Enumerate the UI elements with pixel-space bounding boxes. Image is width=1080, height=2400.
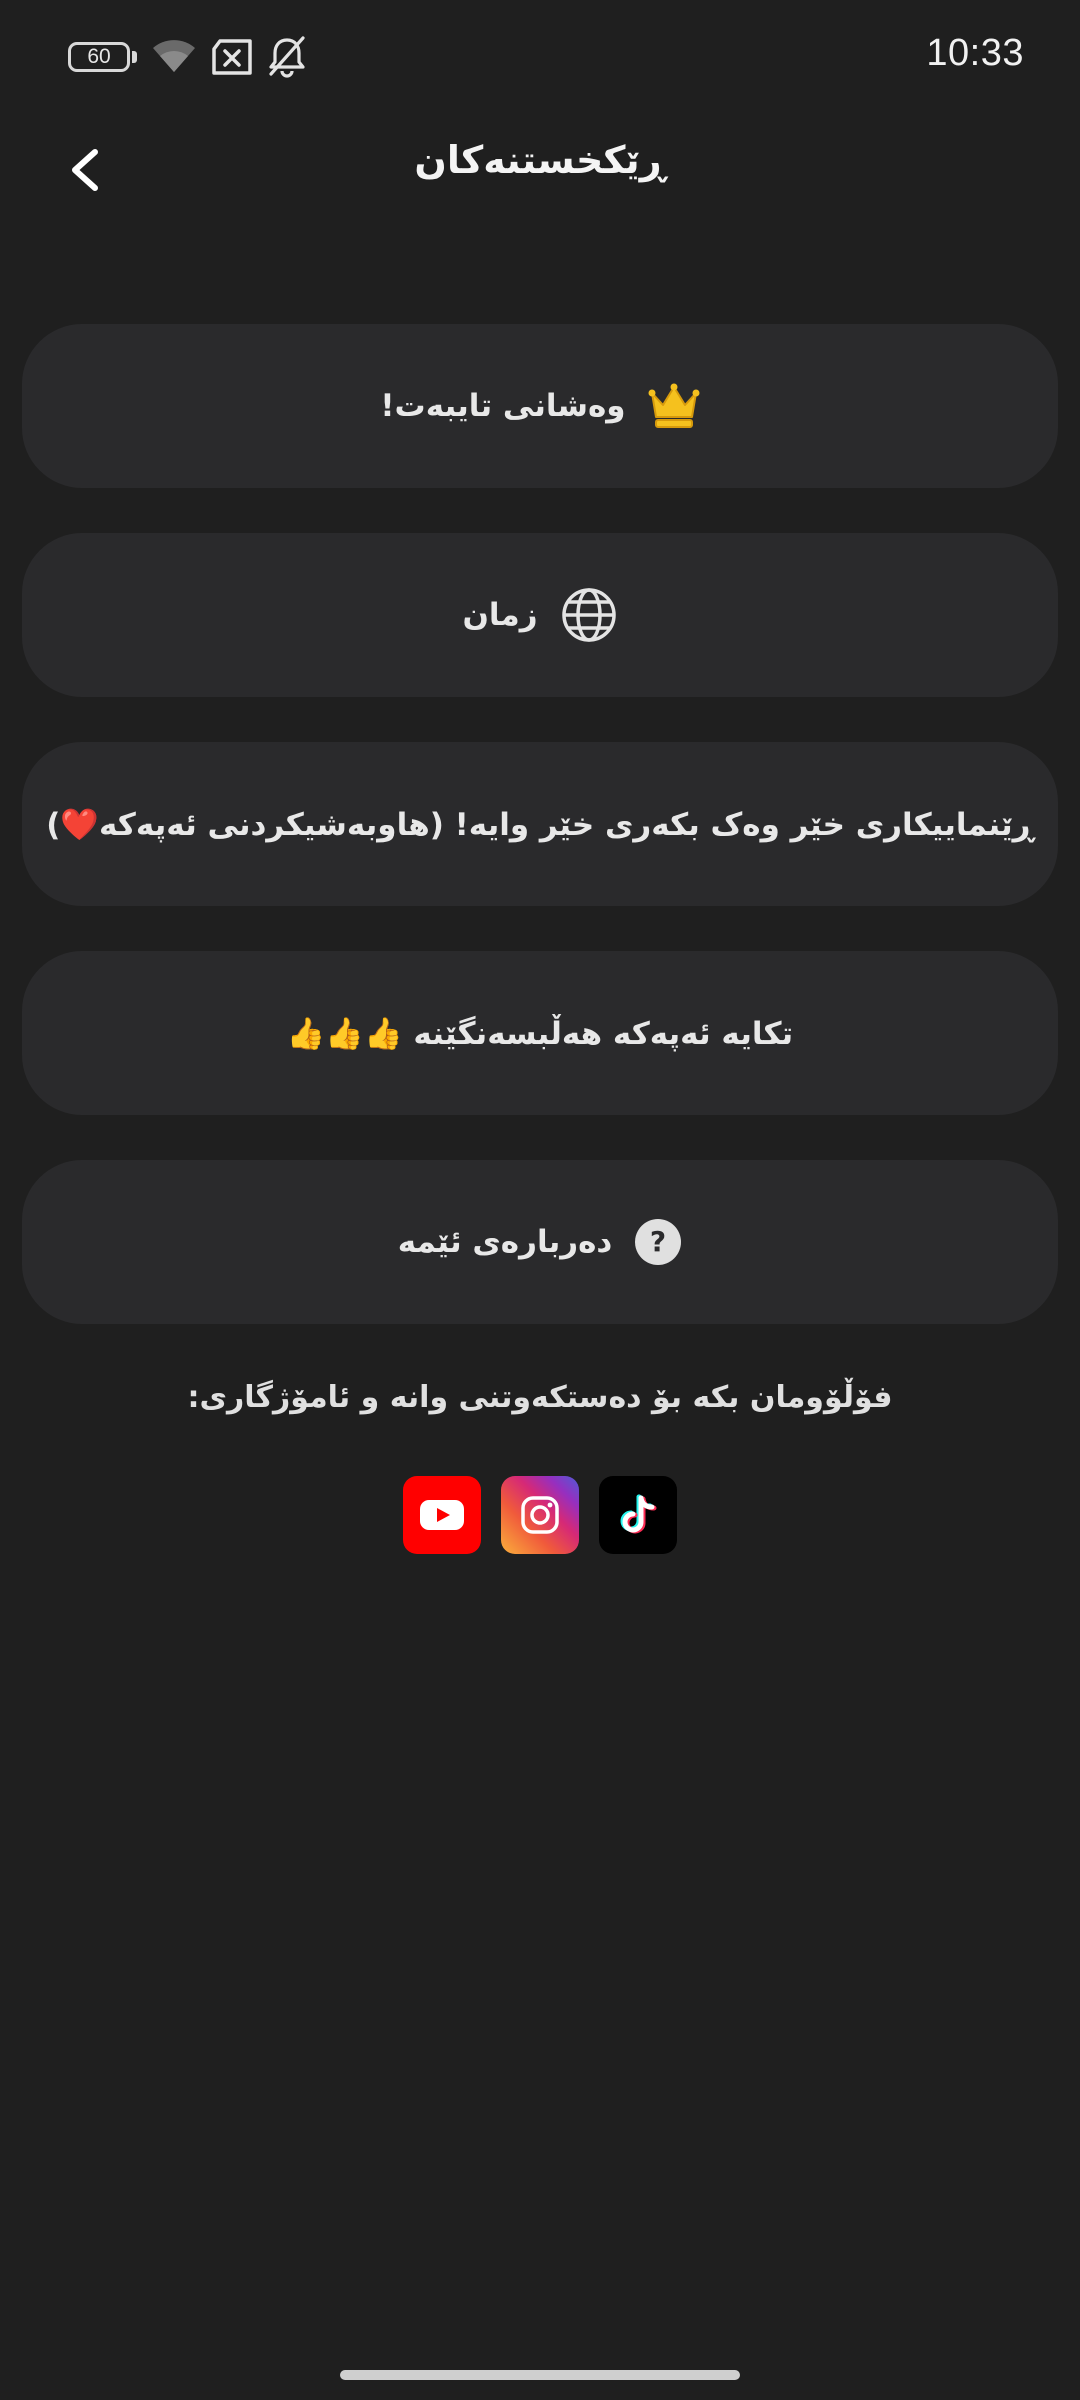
youtube-button[interactable]: [403, 1476, 481, 1554]
rate-app-label: تکایە ئەپەکە هەڵبسەنگێنە 👍👍👍: [286, 1015, 794, 1052]
premium-version-label: وەشانی تایبەت!: [380, 388, 626, 424]
share-app-item[interactable]: ڕێنماییکاری خێر وەک بکەری خێر وایە! (هاو…: [22, 742, 1058, 906]
clock: 10:33: [926, 32, 1024, 74]
premium-version-item[interactable]: وەشانی تایبەت!: [22, 324, 1058, 488]
share-app-label: ڕێنماییکاری خێر وەک بکەری خێر وایە! (هاو…: [46, 806, 1034, 843]
instagram-icon: [521, 1496, 559, 1534]
instagram-button[interactable]: [501, 1476, 579, 1554]
tiktok-icon: [620, 1494, 657, 1534]
youtube-icon: [420, 1500, 464, 1530]
settings-list: وەشانی تایبەت! زمان ڕێنماییکاری خێر وەک …: [22, 324, 1058, 1369]
page-title: ڕێکخستنەکان: [414, 138, 666, 182]
no-sim-icon: [212, 39, 252, 75]
notifications-muted-icon: [269, 36, 305, 78]
language-label: زمان: [462, 597, 538, 633]
status-bar: 60 10:33: [0, 0, 1080, 115]
battery-tip: [132, 51, 137, 63]
language-item[interactable]: زمان: [22, 533, 1058, 697]
crown-icon: [648, 383, 700, 429]
about-us-item[interactable]: ? دەربارەی ئێمە: [22, 1160, 1058, 1324]
battery-icon: 60: [68, 42, 130, 72]
home-indicator[interactable]: [340, 2370, 740, 2380]
about-us-label: دەربارەی ئێمە: [397, 1224, 613, 1260]
tiktok-button[interactable]: [599, 1476, 677, 1554]
help-icon: ?: [634, 1218, 682, 1266]
globe-icon: [560, 586, 618, 644]
rate-app-item[interactable]: تکایە ئەپەکە هەڵبسەنگێنە 👍👍👍: [22, 951, 1058, 1115]
follow-us-text: فۆڵۆومان بکە بۆ دەستکەوتنی وانە و ئامۆژگ…: [187, 1380, 893, 1415]
svg-text:?: ?: [650, 1225, 666, 1258]
wifi-icon: [153, 40, 195, 72]
battery-level: 60: [87, 45, 111, 68]
social-links: [0, 1476, 1080, 1554]
